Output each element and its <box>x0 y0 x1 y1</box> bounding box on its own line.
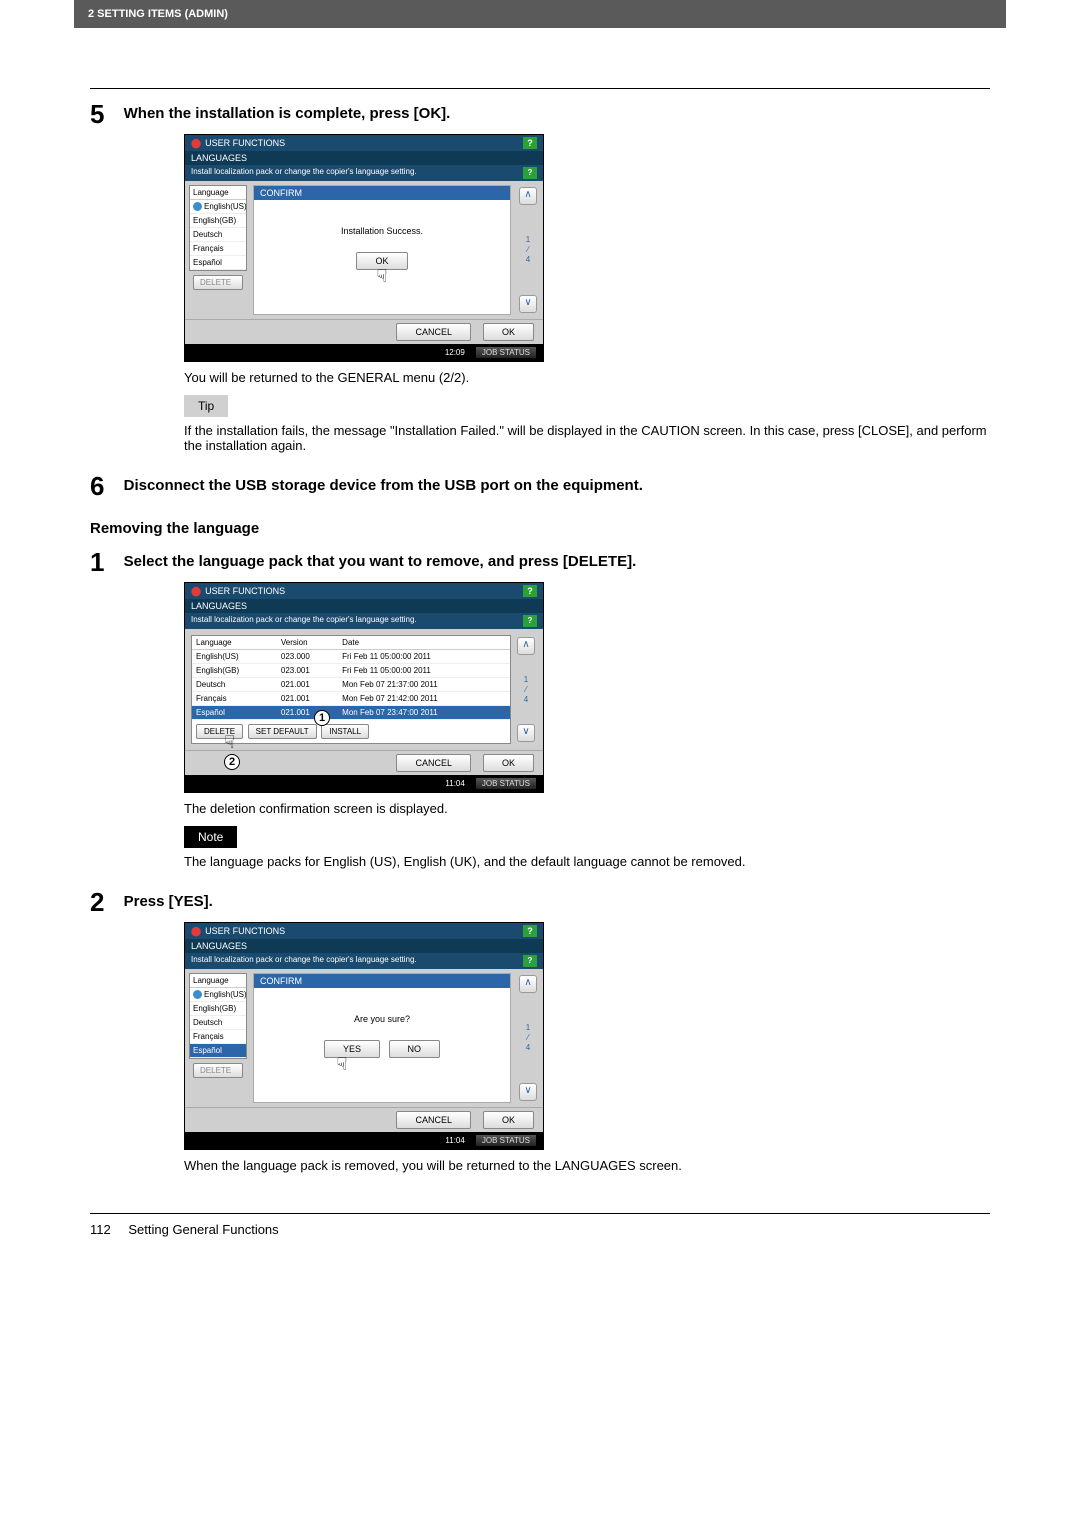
ok-button[interactable]: OK <box>483 754 534 772</box>
ok-button[interactable]: OK <box>483 323 534 341</box>
dialog-message: Are you sure? <box>254 988 510 1034</box>
step-heading: Press [YES]. <box>124 893 213 910</box>
table-row[interactable]: English(US)023.000Fri Feb 11 05:00:00 20… <box>192 650 510 664</box>
chapter-header: 2 SETTING ITEMS (ADMIN) <box>74 0 1006 28</box>
language-table: LanguageVersionDate English(US)023.000Fr… <box>192 636 510 720</box>
step-body: The deletion confirmation screen is disp… <box>184 801 990 816</box>
scroll-up-button[interactable]: ∧ <box>517 637 535 655</box>
no-button[interactable]: NO <box>389 1040 441 1058</box>
top-rule <box>90 88 990 89</box>
list-item-selected[interactable]: Español <box>190 1044 246 1058</box>
list-item[interactable]: Deutsch <box>190 1016 246 1030</box>
job-status-button[interactable]: JOB STATUS <box>475 1134 537 1147</box>
confirm-dialog: CONFIRM Are you sure? YES NO ☟ <box>253 973 511 1103</box>
screenshot-language-table: ⬤USER FUNCTIONS? LANGUAGES Install local… <box>184 582 544 793</box>
table-row[interactable]: English(GB)023.001Fri Feb 11 05:00:00 20… <box>192 664 510 678</box>
step-6: 6 Disconnect the USB storage device from… <box>128 471 990 502</box>
note-text: The language packs for English (US), Eng… <box>184 854 990 869</box>
set-default-button[interactable]: SET DEFAULT <box>248 724 317 739</box>
list-item[interactable]: Français <box>190 1030 246 1044</box>
pointer-hand-icon: ☟ <box>224 732 235 753</box>
help-icon[interactable]: ? <box>523 167 537 179</box>
table-row[interactable]: Deutsch021.001Mon Feb 07 21:37:00 2011 <box>192 678 510 692</box>
yes-button[interactable]: YES <box>324 1040 380 1058</box>
help-icon[interactable]: ? <box>523 137 537 149</box>
list-item[interactable]: English(GB) <box>190 214 246 228</box>
remove-step-2: 2 Press [YES]. ⬤USER FUNCTIONS? LANGUAGE… <box>128 887 990 1173</box>
step-body: You will be returned to the GENERAL menu… <box>184 370 990 385</box>
footer-title: Setting General Functions <box>128 1222 278 1237</box>
step-heading: Disconnect the USB storage device from t… <box>124 477 643 494</box>
logo-icon: ⬤ <box>191 138 201 148</box>
list-item[interactable]: English(US) <box>190 988 246 1002</box>
callout-1: 1 <box>314 710 330 726</box>
delete-button[interactable]: DELETE <box>196 724 243 739</box>
section-removing-language: Removing the language <box>90 520 990 537</box>
cancel-button[interactable]: CANCEL <box>396 323 471 341</box>
step-number: 5 <box>90 99 120 130</box>
scroll-up-button[interactable]: ∧ <box>519 187 537 205</box>
languages-tab: LANGUAGES <box>185 151 543 165</box>
scroll-up-button[interactable]: ∧ <box>519 975 537 993</box>
document-page: 2 SETTING ITEMS (ADMIN) 5 When the insta… <box>0 0 1080 1277</box>
help-icon[interactable]: ? <box>523 955 537 967</box>
screenshot-confirm-delete: ⬤USER FUNCTIONS? LANGUAGES Install local… <box>184 922 544 1150</box>
confirm-dialog: CONFIRM Installation Success. OK ☟ <box>253 185 511 315</box>
page-number: 112 <box>90 1222 111 1237</box>
callout-2: 2 <box>224 754 240 770</box>
pointer-hand-icon: ☟ <box>337 1054 348 1075</box>
step-number: 6 <box>90 471 120 502</box>
page-footer: 112 Setting General Functions <box>90 1213 990 1237</box>
delete-button[interactable]: DELETE <box>193 275 243 290</box>
remove-step-1: 1 Select the language pack that you want… <box>128 547 990 869</box>
help-icon[interactable]: ? <box>523 925 537 937</box>
dialog-title: CONFIRM <box>254 974 510 988</box>
step-number: 2 <box>90 887 120 918</box>
step-5: 5 When the installation is complete, pre… <box>128 99 990 453</box>
logo-icon: ⬤ <box>191 586 201 596</box>
list-item[interactable]: Español <box>190 256 246 270</box>
list-item[interactable]: Français <box>190 242 246 256</box>
instruction-bar: Install localization pack or change the … <box>185 165 543 181</box>
table-row[interactable]: Français021.001Mon Feb 07 21:42:00 2011 <box>192 692 510 706</box>
check-icon <box>193 202 202 211</box>
scroll-down-button[interactable]: ∨ <box>519 1083 537 1101</box>
list-item[interactable]: English(GB) <box>190 1002 246 1016</box>
dialog-message: Installation Success. <box>254 200 510 246</box>
help-icon[interactable]: ? <box>523 615 537 627</box>
language-list: Language English(US) English(GB) Deutsch… <box>189 185 247 271</box>
step-body: When the language pack is removed, you w… <box>184 1158 990 1173</box>
scroll-down-button[interactable]: ∨ <box>517 724 535 742</box>
step-number: 1 <box>90 547 120 578</box>
tip-text: If the installation fails, the message "… <box>184 423 990 453</box>
note-badge: Note <box>184 826 237 848</box>
help-icon[interactable]: ? <box>523 585 537 597</box>
scroll-down-button[interactable]: ∨ <box>519 295 537 313</box>
cancel-button[interactable]: CANCEL <box>396 1111 471 1129</box>
window-title-bar: ⬤USER FUNCTIONS ? <box>185 135 543 151</box>
language-list: Language English(US) English(GB) Deutsch… <box>189 973 247 1059</box>
step-heading: Select the language pack that you want t… <box>124 553 637 570</box>
list-item[interactable]: Deutsch <box>190 228 246 242</box>
logo-icon: ⬤ <box>191 926 201 936</box>
dialog-title: CONFIRM <box>254 186 510 200</box>
screenshot-install-complete: ⬤USER FUNCTIONS ? LANGUAGES Install loca… <box>184 134 544 362</box>
table-row-selected[interactable]: Español021.001Mon Feb 07 23:47:00 2011 <box>192 706 510 720</box>
job-status-button[interactable]: JOB STATUS <box>475 346 537 359</box>
check-icon <box>193 990 202 999</box>
ok-button[interactable]: OK <box>483 1111 534 1129</box>
job-status-button[interactable]: JOB STATUS <box>475 777 537 790</box>
list-item[interactable]: English(US) <box>190 200 246 214</box>
cancel-button[interactable]: CANCEL <box>396 754 471 772</box>
step-heading: When the installation is complete, press… <box>124 105 451 122</box>
tip-badge: Tip <box>184 395 228 417</box>
pointer-hand-icon: ☟ <box>377 266 388 287</box>
install-button[interactable]: INSTALL <box>321 724 369 739</box>
